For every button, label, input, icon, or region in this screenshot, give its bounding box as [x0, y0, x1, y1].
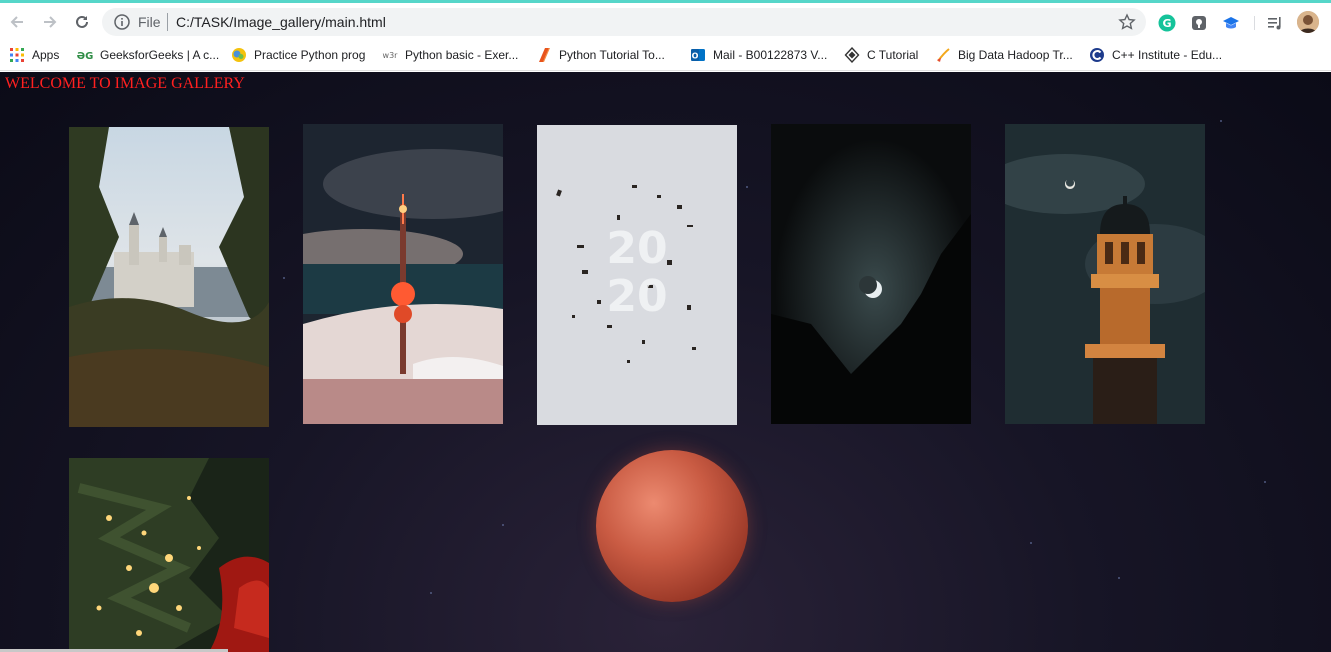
svg-text:G: G — [1162, 17, 1171, 30]
outlook-mail-icon: O — [690, 47, 706, 63]
back-arrow-icon — [10, 16, 23, 28]
star-dot — [1030, 542, 1032, 544]
minaret-image[interactable] — [1005, 124, 1205, 424]
star-dot — [502, 524, 504, 526]
christmas-tree-image[interactable] — [69, 458, 269, 652]
blood-moon-background — [596, 450, 748, 602]
reload-button[interactable] — [71, 11, 93, 33]
2020-overlay: 20 20 — [597, 225, 677, 321]
crescent-moon-image[interactable] — [771, 124, 971, 424]
c-tutorial-icon — [844, 47, 860, 63]
geeksforgeeks-icon: ƏG — [77, 47, 93, 63]
browser-toolbar: File C:/TASK/Image_gallery/main.html G — [0, 3, 1331, 40]
cpp-institute-icon — [1089, 47, 1105, 63]
grammarly-icon: G — [1158, 14, 1176, 32]
media-control-button[interactable] — [1265, 13, 1285, 33]
tower-image[interactable] — [303, 124, 503, 424]
star-dot — [746, 186, 748, 188]
profile-avatar[interactable] — [1297, 11, 1319, 33]
reload-icon — [76, 15, 88, 28]
bookmark-label: Big Data Hadoop Tr... — [958, 48, 1073, 62]
apps-grid-icon — [9, 47, 25, 63]
star-dot — [1220, 120, 1222, 122]
star-dot — [430, 592, 432, 594]
bookmark-label: GeeksforGeeks | A c... — [100, 48, 220, 62]
svg-text:ƏG: ƏG — [77, 51, 93, 61]
big-data-icon — [935, 47, 951, 63]
bookmark-geeksforgeeks[interactable]: ƏG GeeksforGeeks | A c... — [77, 45, 219, 65]
gallery-page: WELCOME TO IMAGE GALLERY 20 20 — [0, 72, 1331, 652]
star-dot — [283, 277, 285, 279]
bookmarks-bar: Apps ƏG GeeksforGeeks | A c... Practice … — [0, 40, 1331, 71]
bookmark-label: C Tutorial — [867, 48, 919, 62]
education-extension[interactable] — [1221, 13, 1241, 33]
star-dot — [1264, 481, 1266, 483]
bookmark-label: Python basic - Exer... — [405, 48, 519, 62]
star-dot — [1118, 577, 1120, 579]
bookmark-star-icon[interactable] — [1118, 13, 1136, 31]
keeper-extension[interactable] — [1189, 13, 1209, 33]
bookmark-c-tutorial[interactable]: C Tutorial — [844, 45, 918, 65]
bookmark-mail[interactable]: O Mail - B00122873 V... — [690, 45, 827, 65]
2020-image[interactable]: 20 20 — [537, 125, 737, 425]
file-scheme-label: File — [138, 14, 161, 30]
url-text[interactable]: C:/TASK/Image_gallery/main.html — [176, 14, 386, 30]
bookmark-apps[interactable]: Apps — [9, 45, 59, 65]
castle-image[interactable] — [69, 127, 269, 427]
bookmark-practice-python[interactable]: Practice Python prog — [231, 45, 365, 65]
bookmark-cpp-institute[interactable]: C++ Institute - Edu... — [1089, 45, 1222, 65]
svg-text:O: O — [692, 52, 699, 61]
queue-music-icon — [1268, 17, 1281, 30]
graduation-cap-icon — [1223, 17, 1239, 29]
forward-button[interactable] — [39, 11, 61, 33]
bookmark-python-tutorial[interactable]: Python Tutorial To... — [536, 45, 665, 65]
python-tutorial-icon — [536, 47, 552, 63]
keeper-icon — [1192, 16, 1206, 30]
forward-arrow-icon — [44, 16, 57, 28]
info-icon[interactable] — [114, 14, 130, 30]
user-avatar-icon — [1297, 11, 1319, 33]
toolbar-divider — [1254, 16, 1255, 30]
bookmark-label: Mail - B00122873 V... — [713, 48, 828, 62]
omnibox-divider — [167, 13, 168, 31]
bookmark-big-data[interactable]: Big Data Hadoop Tr... — [935, 45, 1073, 65]
practice-python-icon — [231, 47, 247, 63]
page-heading: WELCOME TO IMAGE GALLERY — [5, 75, 245, 92]
year-text-bottom: 20 — [606, 271, 668, 322]
w3resource-icon: w3r — [382, 47, 398, 63]
bookmark-label: C++ Institute - Edu... — [1112, 48, 1223, 62]
back-button[interactable] — [6, 11, 28, 33]
bookmark-label: Python Tutorial To... — [559, 48, 665, 62]
bookmark-label: Apps — [32, 48, 60, 62]
bookmark-w3resource[interactable]: w3r Python basic - Exer... — [382, 45, 519, 65]
address-bar[interactable]: File C:/TASK/Image_gallery/main.html — [102, 8, 1146, 36]
svg-text:w3r: w3r — [383, 51, 398, 60]
year-text-top: 20 — [606, 223, 668, 274]
bookmark-label: Practice Python prog — [254, 48, 366, 62]
grammarly-extension[interactable]: G — [1157, 13, 1177, 33]
